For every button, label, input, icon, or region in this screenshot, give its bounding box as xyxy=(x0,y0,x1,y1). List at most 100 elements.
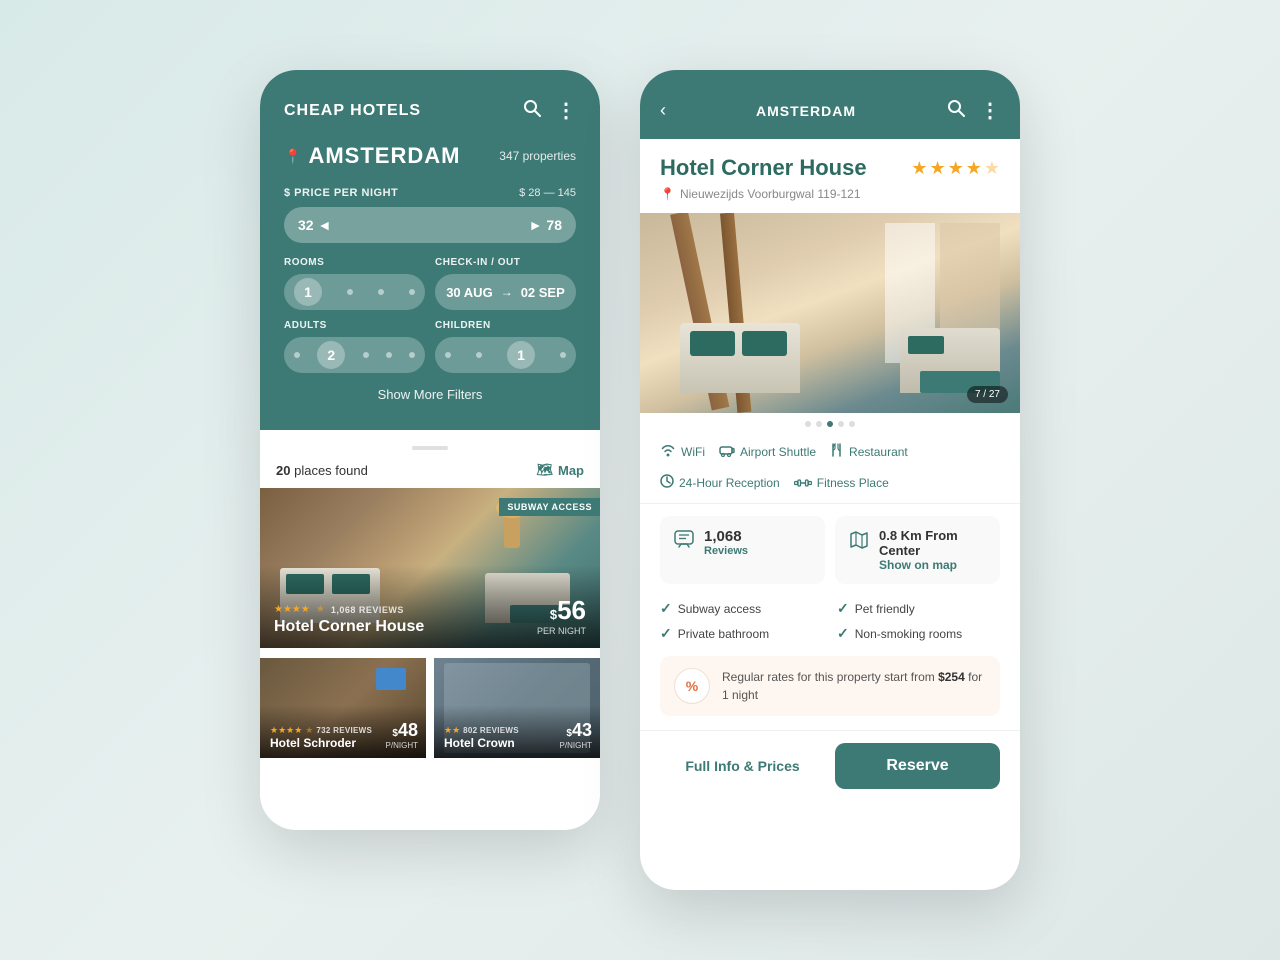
price-slider[interactable]: 32 ◄ ► 78 xyxy=(284,207,576,243)
feature-subway: ✓ Subway access xyxy=(660,600,823,617)
subway-access-badge: SUBWAY ACCESS xyxy=(499,498,600,516)
schroder-half-star: ★ xyxy=(305,725,313,736)
checkin-arrow-icon: → xyxy=(501,285,513,299)
rooms-selector[interactable]: 1 xyxy=(284,274,425,310)
checkin-filter: CHECK-IN / OUT 30 AUG → 02 SEP xyxy=(435,257,576,310)
checkin-date: 30 AUG xyxy=(446,285,492,300)
dot1 xyxy=(347,289,353,295)
hotel-crown-reviews: 802 REVIEWS xyxy=(463,726,519,735)
location-row: 📍 AMSTERDAM 347 properties xyxy=(284,143,576,169)
price-sym: $ xyxy=(550,607,557,622)
right-phone-header: ‹ AMSTERDAM ⋮ xyxy=(640,70,1020,139)
left-header-row: CHEAP HOTELS ⋮ xyxy=(284,98,576,123)
checkin-label: CHECK-IN / OUT xyxy=(435,257,576,268)
dot-p3-active[interactable] xyxy=(827,421,833,427)
map-button[interactable]: 🗺 Map xyxy=(536,462,584,478)
feature-nosmoking: ✓ Non-smoking rooms xyxy=(837,625,1000,642)
address-pin-icon: 📍 xyxy=(660,187,675,201)
phone-left-header-section: CHEAP HOTELS ⋮ 📍 AMSTERDAM 347 propertie… xyxy=(260,70,600,430)
features-grid: ✓ Subway access ✓ Pet friendly ✓ Private… xyxy=(640,596,1020,656)
hotel-crown-price: $43 P/NIGHT xyxy=(560,720,592,750)
dot3 xyxy=(409,289,415,295)
phone-right: ‹ AMSTERDAM ⋮ Hotel Corner House ★ ★ ★ ★ xyxy=(640,70,1020,890)
dot-p1[interactable] xyxy=(805,421,811,427)
rooms-label: ROOMS xyxy=(284,257,425,268)
back-button[interactable]: ‹ xyxy=(660,100,666,121)
dot-a2 xyxy=(363,352,369,358)
address-text: Nieuwezijds Voorburgwal 119-121 xyxy=(680,187,861,201)
reviews-count: 1,068 xyxy=(704,528,748,545)
photo-dots xyxy=(640,413,1020,435)
dot2 xyxy=(378,289,384,295)
amenity-restaurant: Restaurant xyxy=(830,443,908,460)
photo-counter: 7 / 27 xyxy=(967,386,1008,403)
location-pin-icon: 📍 xyxy=(284,148,302,165)
right-search-icon[interactable] xyxy=(946,98,966,123)
hotel-schroder-price: $48 P/NIGHT xyxy=(386,720,418,750)
star-1: ★ xyxy=(911,158,927,179)
fitness-label: Fitness Place xyxy=(817,476,889,490)
dot-a4 xyxy=(409,352,415,358)
room-bed-1 xyxy=(680,323,800,393)
check-subway-icon: ✓ xyxy=(660,600,672,617)
children-selector[interactable]: 1 xyxy=(435,337,576,373)
small-hotel-card-2[interactable]: ★★ 802 REVIEWS Hotel Crown $43 P/NIGHT xyxy=(434,658,600,758)
hotel-detail-header: Hotel Corner House ★ ★ ★ ★ ★ 📍 Nieuwezij… xyxy=(640,139,1020,213)
full-info-button[interactable]: Full Info & Prices xyxy=(660,743,825,789)
feature-subway-label: Subway access xyxy=(678,602,761,616)
feature-pet: ✓ Pet friendly xyxy=(837,600,1000,617)
reviews-card-text: 1,068 Reviews xyxy=(704,528,748,557)
dot-c1 xyxy=(445,352,451,358)
reserve-button[interactable]: Reserve xyxy=(835,743,1000,789)
featured-hotel-card[interactable]: SUBWAY ACCESS ★★★★ ★ 1,068 REVIEWS Hotel… xyxy=(260,488,600,648)
featured-hotel-name: Hotel Corner House xyxy=(274,618,424,636)
star-4: ★ xyxy=(966,158,982,179)
pillow-bed2 xyxy=(908,336,944,354)
restaurant-label: Restaurant xyxy=(849,445,908,459)
small-hotel-card-1[interactable]: ★★★★ ★ 732 REVIEWS Hotel Schroder $48 P/… xyxy=(260,658,426,758)
results-row: 20 places found 🗺 Map xyxy=(260,462,600,488)
more-icon[interactable]: ⋮ xyxy=(556,98,576,123)
reviews-card-icon xyxy=(674,530,694,553)
search-icon[interactable] xyxy=(522,98,542,123)
dot-a3 xyxy=(386,352,392,358)
feature-pet-label: Pet friendly xyxy=(855,602,915,616)
bottom-actions: Full Info & Prices Reserve xyxy=(640,730,1020,809)
reviews-info-card[interactable]: 1,068 Reviews xyxy=(660,516,825,584)
right-header-city: AMSTERDAM xyxy=(756,103,856,119)
dot-p5[interactable] xyxy=(849,421,855,427)
children-filter: CHILDREN 1 xyxy=(435,320,576,373)
show-on-map-link[interactable]: Show on map xyxy=(879,558,986,572)
featured-half-star: ★ xyxy=(316,604,325,615)
tv-screen xyxy=(376,668,406,690)
amenity-24h: 24-Hour Reception xyxy=(660,474,780,491)
location-display: 📍 AMSTERDAM xyxy=(284,143,460,169)
checkin-selector[interactable]: 30 AUG → 02 SEP xyxy=(435,274,576,310)
header-icons: ⋮ xyxy=(522,98,576,123)
star-3: ★ xyxy=(948,158,964,179)
phones-container: CHEAP HOTELS ⋮ 📍 AMSTERDAM 347 propertie… xyxy=(260,70,1020,890)
price-range-text: $ 28 — 145 xyxy=(519,187,576,199)
right-header-icons: ⋮ xyxy=(946,98,1000,123)
restaurant-icon xyxy=(830,443,844,460)
adults-selector[interactable]: 2 xyxy=(284,337,425,373)
hotel-card-overlay: ★★★★ ★ 1,068 REVIEWS Hotel Corner House … xyxy=(260,565,600,648)
show-more-filters-button[interactable]: Show More Filters xyxy=(284,383,576,406)
phone-left: CHEAP HOTELS ⋮ 📍 AMSTERDAM 347 propertie… xyxy=(260,70,600,830)
dot-p4[interactable] xyxy=(838,421,844,427)
properties-count: 347 properties xyxy=(499,149,576,163)
fitness-icon xyxy=(794,475,812,491)
amenity-fitness: Fitness Place xyxy=(794,474,889,491)
price-min: 32 ◄ xyxy=(298,217,331,233)
slider-values: 32 ◄ ► 78 xyxy=(298,217,562,233)
map-icon: 🗺 xyxy=(536,462,553,478)
promo-banner: % Regular rates for this property start … xyxy=(660,656,1000,716)
featured-hotel-price: $56 PER NIGHT xyxy=(537,595,586,636)
hotel-detail-stars: ★ ★ ★ ★ ★ xyxy=(911,158,1000,179)
map-info-card[interactable]: 0.8 Km From Center Show on map xyxy=(835,516,1000,584)
star-2: ★ xyxy=(929,158,945,179)
drag-handle xyxy=(412,446,448,450)
right-more-icon[interactable]: ⋮ xyxy=(980,98,1000,123)
dot-p2[interactable] xyxy=(816,421,822,427)
check-bathroom-icon: ✓ xyxy=(660,625,672,642)
